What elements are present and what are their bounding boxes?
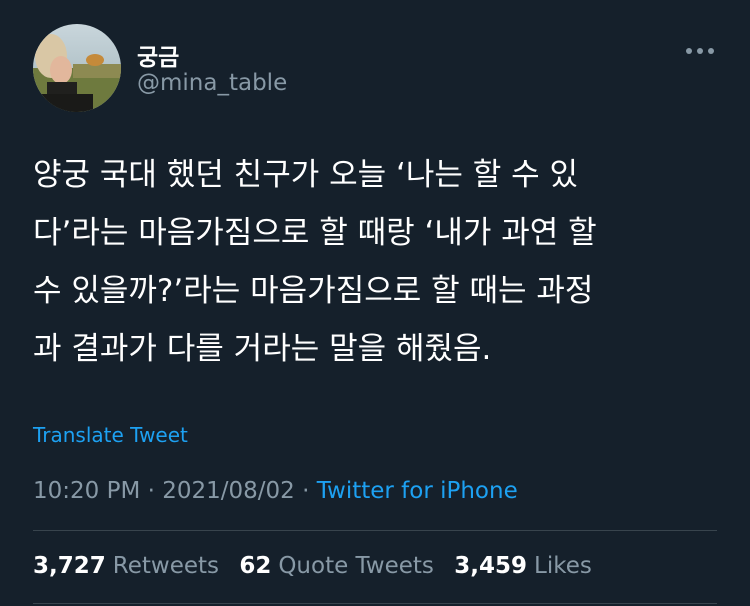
quote-tweets-stat[interactable]: 62 Quote Tweets xyxy=(239,553,434,579)
meta-separator: · xyxy=(147,478,163,504)
tweet-text-line: 양궁 국대 했던 친구가 오늘 ‘나는 할 수 있 xyxy=(33,157,579,193)
tweet-time[interactable]: 10:20 PM xyxy=(33,478,140,504)
tweet-text-line: 다’라는 마음가짐으로 할 때랑 ‘내가 과연 할 xyxy=(33,215,597,251)
translate-tweet-link[interactable]: Translate Tweet xyxy=(33,423,188,447)
likes-stat[interactable]: 3,459 Likes xyxy=(454,553,592,579)
avatar-image xyxy=(33,24,121,112)
quote-tweets-count: 62 xyxy=(239,553,272,579)
divider xyxy=(33,530,717,531)
tweet-text-line: 수 있을까?’라는 마음가짐으로 할 때는 과정 xyxy=(33,273,594,309)
avatar[interactable] xyxy=(33,24,121,112)
tweet-source-link[interactable]: Twitter for iPhone xyxy=(317,478,518,504)
tweet-date[interactable]: 2021/08/02 xyxy=(162,478,295,504)
retweets-count: 3,727 xyxy=(33,553,106,579)
quote-tweets-label: Quote Tweets xyxy=(278,553,434,579)
more-horizontal-icon xyxy=(686,48,714,54)
user-handle[interactable]: @mina_table xyxy=(137,70,287,96)
display-name[interactable]: 궁금 xyxy=(137,38,179,72)
likes-count: 3,459 xyxy=(454,553,527,579)
retweets-stat[interactable]: 3,727 Retweets xyxy=(33,553,219,579)
retweets-label: Retweets xyxy=(112,553,219,579)
likes-label: Likes xyxy=(534,553,592,579)
tweet-stats: 3,727 Retweets 62 Quote Tweets 3,459 Likes xyxy=(33,553,605,579)
tweet-text-line: 과 결과가 다를 거라는 말을 해줬음. xyxy=(33,331,492,367)
divider xyxy=(33,603,717,604)
tweet-meta: 10:20 PM · 2021/08/02 · Twitter for iPho… xyxy=(33,478,518,504)
tweet-text: 양궁 국대 했던 친구가 오늘 ‘나는 할 수 있 다’라는 마음가짐으로 할 … xyxy=(33,146,723,378)
meta-separator: · xyxy=(302,478,317,504)
more-options-button[interactable] xyxy=(680,36,720,66)
